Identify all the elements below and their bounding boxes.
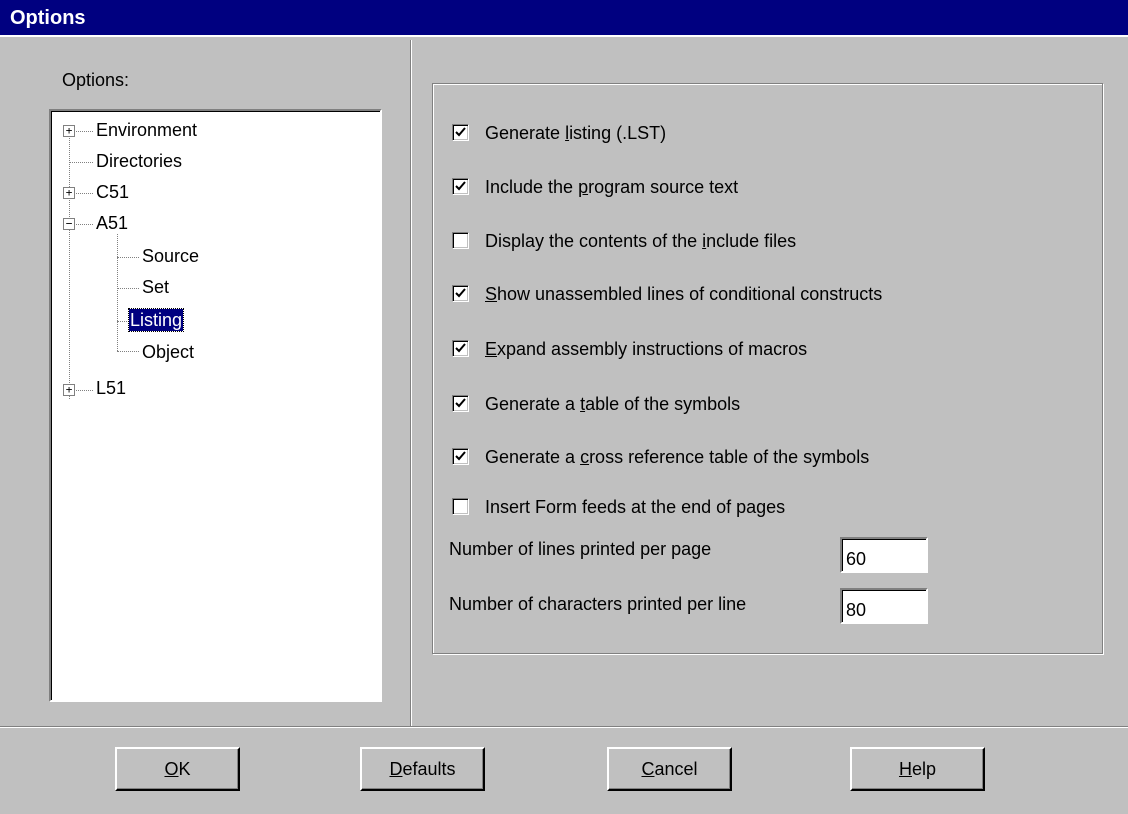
option-checkbox[interactable] [452, 124, 469, 141]
option-label: Insert Form feeds at the end of pages [485, 496, 785, 518]
option-label: Show unassembled lines of conditional co… [485, 283, 882, 305]
defaults-button-key: D [389, 759, 403, 779]
cancel-button[interactable]: Cancel [607, 747, 732, 791]
tree-item-listing[interactable]: Listing [127, 308, 185, 332]
tree-guide [117, 234, 118, 351]
chars-per-line-label: Number of characters printed per line [449, 594, 747, 614]
vertical-divider [410, 40, 412, 726]
ok-button-label: K [178, 759, 191, 779]
option-checkbox[interactable] [452, 285, 469, 302]
option-checkbox[interactable] [452, 232, 469, 249]
option-label-text: Generate a [485, 447, 581, 467]
tree-guide [117, 257, 139, 258]
ok-button-key: O [164, 759, 179, 779]
ok-button[interactable]: OK [115, 747, 240, 791]
window-title: Options [10, 7, 86, 29]
option-checkbox[interactable] [452, 448, 469, 465]
option-accelerator-key: c [580, 447, 590, 467]
collapse-icon[interactable]: − [63, 218, 75, 230]
option-accelerator-key: p [578, 177, 589, 197]
tree-guide [69, 162, 93, 163]
expand-icon[interactable]: + [63, 384, 75, 396]
option-label-text: how unassembled lines of conditional con… [497, 284, 883, 304]
tree-item-l51[interactable]: L51 [96, 377, 126, 399]
option-label: Include the program source text [485, 176, 738, 198]
tree-guide [117, 351, 139, 352]
tree-item-set[interactable]: Set [142, 276, 169, 298]
option-checkbox[interactable] [452, 395, 469, 412]
option-label: Expand assembly instructions of macros [485, 338, 807, 360]
option-label-text: rogram source text [588, 177, 739, 197]
option-accelerator-key: S [485, 284, 498, 304]
tree-guide [117, 288, 139, 289]
option-label-text: Insert Form feeds at the end of pages [485, 497, 786, 517]
help-button-label: elp [911, 759, 937, 779]
option-checkbox[interactable] [452, 498, 469, 515]
defaults-button-label: efaults [402, 759, 456, 779]
options-tree[interactable]: + Environment Directories + C51 − A51 So… [49, 109, 382, 702]
lines-per-page-label: Number of lines printed per page [449, 539, 712, 559]
tree-item-source[interactable]: Source [142, 245, 199, 267]
tree-guide [69, 131, 70, 399]
lines-per-page-field[interactable] [840, 537, 928, 573]
defaults-button[interactable]: Defaults [360, 747, 485, 791]
option-label: Generate a table of the symbols [485, 393, 740, 415]
option-label-text: able of the symbols [585, 394, 741, 414]
option-label: Generate listing (.LST) [485, 122, 666, 144]
expand-icon[interactable]: + [63, 125, 75, 137]
option-label-text: ross reference table of the symbols [589, 447, 870, 467]
options-dialog: Options Options: + Environment Directori… [0, 0, 1128, 814]
option-label-text: Display the contents of the [485, 231, 703, 251]
tree-item-a51[interactable]: A51 [96, 212, 128, 234]
help-button[interactable]: Help [850, 747, 985, 791]
option-label: Display the contents of the include file… [485, 230, 796, 252]
option-label-text: Include the [485, 177, 579, 197]
option-label-text: Generate [485, 123, 566, 143]
listing-options-group [432, 83, 1104, 655]
option-checkbox[interactable] [452, 340, 469, 357]
option-label-text: isting (.LST) [569, 123, 667, 143]
tree-item-object[interactable]: Object [142, 341, 194, 363]
horizontal-divider [0, 726, 1128, 728]
tree-item-c51[interactable]: C51 [96, 181, 129, 203]
option-label: Generate a cross reference table of the … [485, 446, 869, 468]
tree-guide [117, 321, 127, 322]
option-checkbox[interactable] [452, 178, 469, 195]
option-label-text: Generate a [485, 394, 581, 414]
tree-item-directories[interactable]: Directories [96, 150, 182, 172]
option-label-text: xpand assembly instructions of macros [497, 339, 808, 359]
cancel-button-label: ancel [654, 759, 698, 779]
expand-icon[interactable]: + [63, 187, 75, 199]
tree-label: Options: [62, 70, 130, 90]
cancel-button-key: C [641, 759, 655, 779]
title-bar[interactable]: Options [0, 0, 1128, 37]
option-label-text: nclude files [706, 231, 797, 251]
help-button-key: H [898, 759, 912, 779]
option-accelerator-key: E [485, 339, 498, 359]
tree-item-environment[interactable]: Environment [96, 119, 197, 141]
chars-per-line-field[interactable] [840, 588, 928, 624]
